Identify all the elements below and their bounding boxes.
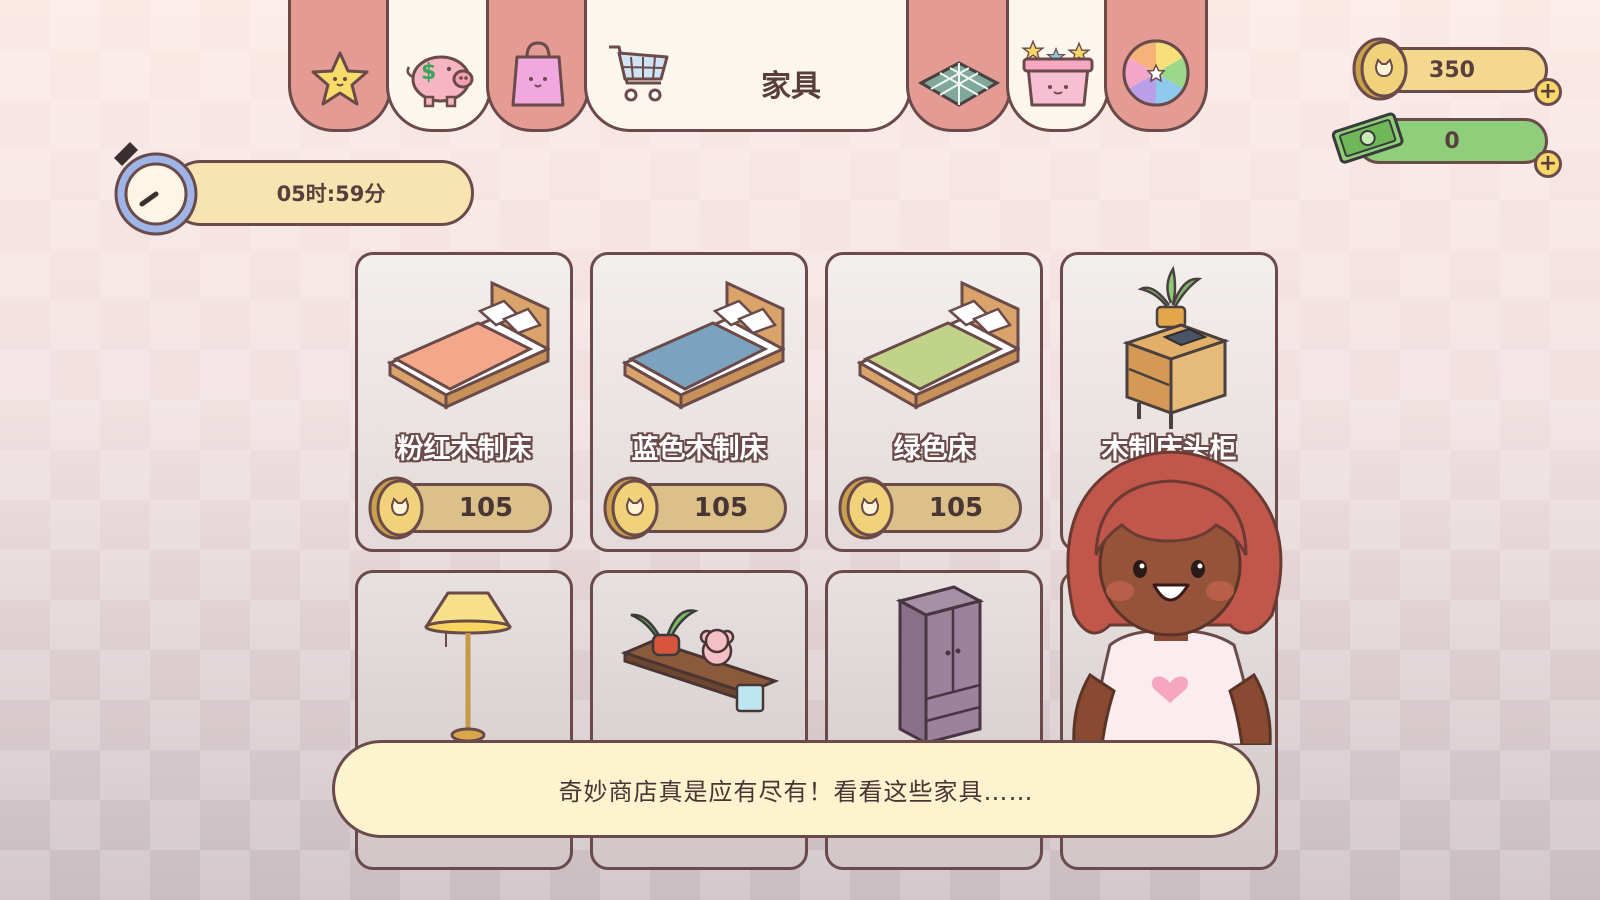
tab-prize-wheel[interactable] bbox=[1104, 0, 1208, 132]
add-cash-button[interactable]: + bbox=[1534, 150, 1562, 178]
pink-bed-icon bbox=[386, 280, 550, 410]
shopping-bag-icon bbox=[511, 41, 565, 107]
prize-wheel-icon bbox=[1122, 39, 1190, 107]
shopkeeper-character bbox=[1066, 450, 1283, 745]
tab-featured[interactable] bbox=[288, 0, 392, 132]
svg-text:$: $ bbox=[421, 60, 436, 85]
shop-item-card[interactable]: 绿色床 105 bbox=[825, 252, 1043, 552]
wall-shelf-icon bbox=[620, 609, 780, 713]
add-coins-button[interactable]: + bbox=[1534, 78, 1562, 106]
piggy-bank-icon: $ bbox=[406, 55, 474, 108]
shop-item-card[interactable]: 蓝色木制床 105 bbox=[590, 252, 808, 552]
wardrobe-icon bbox=[895, 585, 985, 746]
floor-tile-icon bbox=[917, 61, 1001, 107]
coin-icon bbox=[1352, 37, 1408, 101]
floor-lamp-icon bbox=[424, 591, 512, 743]
tab-furniture-label: 家具 bbox=[761, 69, 821, 104]
item-price: 105 bbox=[693, 493, 749, 523]
item-name: 绿色床 bbox=[893, 434, 975, 465]
tab-mystery-box[interactable] bbox=[1006, 0, 1110, 132]
coin-icon bbox=[368, 476, 424, 540]
dialog-text: 奇妙商店真是应有尽有！看看这些家具…… bbox=[558, 777, 1034, 806]
stopwatch-icon bbox=[114, 142, 198, 236]
shopping-cart-icon bbox=[609, 45, 669, 102]
coin-balance-value: 350 bbox=[1429, 57, 1475, 83]
tab-clothing[interactable] bbox=[486, 0, 590, 132]
category-tabs: $ 家具 bbox=[288, 0, 1238, 134]
star-icon bbox=[311, 51, 369, 106]
cash-balance-value: 0 bbox=[1444, 128, 1460, 154]
item-name: 蓝色木制床 bbox=[631, 434, 767, 465]
cash-bill-icon bbox=[1331, 112, 1404, 164]
coin-icon bbox=[838, 476, 894, 540]
item-name: 粉红木制床 bbox=[396, 434, 532, 465]
restock-timer-text: 05时:59分 bbox=[276, 182, 386, 206]
coin-icon bbox=[603, 476, 659, 540]
blue-bed-icon bbox=[621, 280, 785, 410]
green-bed-icon bbox=[856, 280, 1020, 410]
item-price: 105 bbox=[458, 493, 514, 523]
tab-savings[interactable]: $ bbox=[386, 0, 492, 132]
shop-item-card[interactable]: 粉红木制床 105 bbox=[355, 252, 573, 552]
nightstand-icon bbox=[1122, 265, 1230, 429]
tab-furniture[interactable]: 家具 bbox=[584, 0, 912, 132]
tab-flooring[interactable] bbox=[906, 0, 1012, 132]
dialog-box[interactable]: 奇妙商店真是应有尽有！看看这些家具…… bbox=[332, 740, 1260, 838]
restock-timer: 05时:59分 bbox=[168, 160, 474, 226]
item-price: 105 bbox=[928, 493, 984, 523]
gift-box-icon bbox=[1021, 39, 1094, 107]
